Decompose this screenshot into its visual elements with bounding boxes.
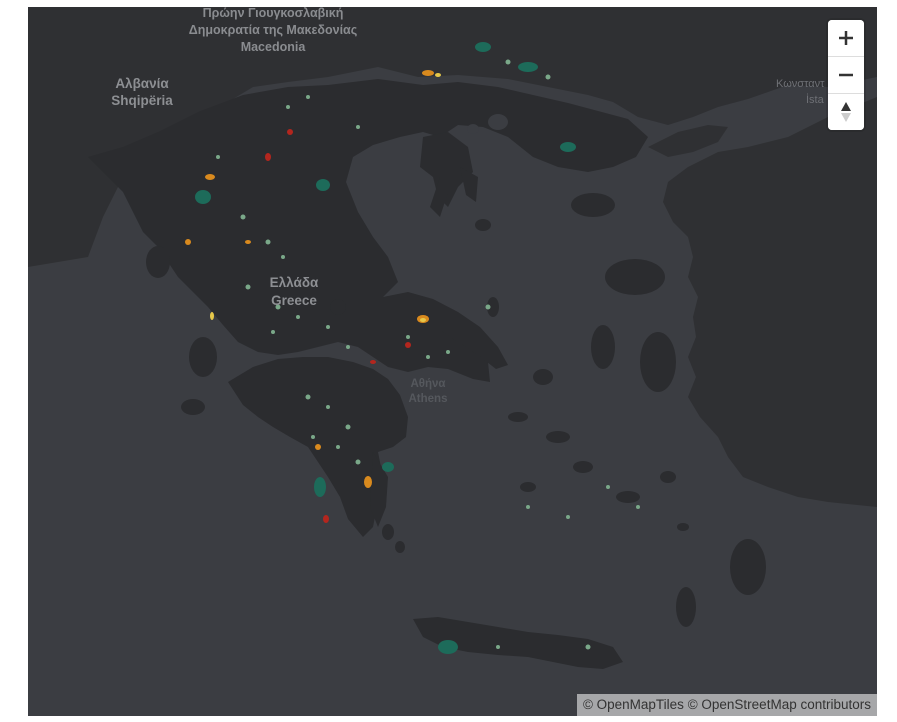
zoom-in-button[interactable] [828,20,864,57]
label-athens-en: Athens [409,393,448,405]
label-north-macedonia-3: Macedonia [241,40,307,54]
label-albania-local: Shqipëria [111,93,173,108]
label-greece-en: Greece [271,293,317,308]
label-albania-native: Αλβανία [115,76,169,91]
label-istanbul-2: İsta [806,93,825,106]
navigation-control [828,20,864,130]
label-greece-native: Ελλάδα [270,275,319,290]
label-istanbul-1: Κωνσταντ [776,78,825,90]
map-attribution: © OpenMapTiles © OpenStreetMap contribut… [576,694,877,716]
zoom-out-button[interactable] [828,57,864,94]
plus-icon [839,31,853,45]
map-canvas[interactable]: Πρώην Γιουγκοσλαβική Δημοκρατία της Μακε… [28,7,877,716]
map-tiles[interactable]: Πρώην Γιουγκοσλαβική Δημοκρατία της Μακε… [28,7,877,716]
compass-icon [841,102,851,122]
label-athens-native: Αθήνα [410,378,445,390]
reset-bearing-button[interactable] [828,94,864,130]
attribution-openmaptiles-link[interactable]: © OpenMapTiles [583,697,684,712]
label-north-macedonia-1: Πρώην Γιουγκοσλαβική [203,7,344,20]
minus-icon [839,73,853,77]
attribution-openstreetmap-link[interactable]: © OpenStreetMap contributors [688,697,871,712]
label-north-macedonia-2: Δημοκρατία της Μακεδονίας [189,23,358,37]
